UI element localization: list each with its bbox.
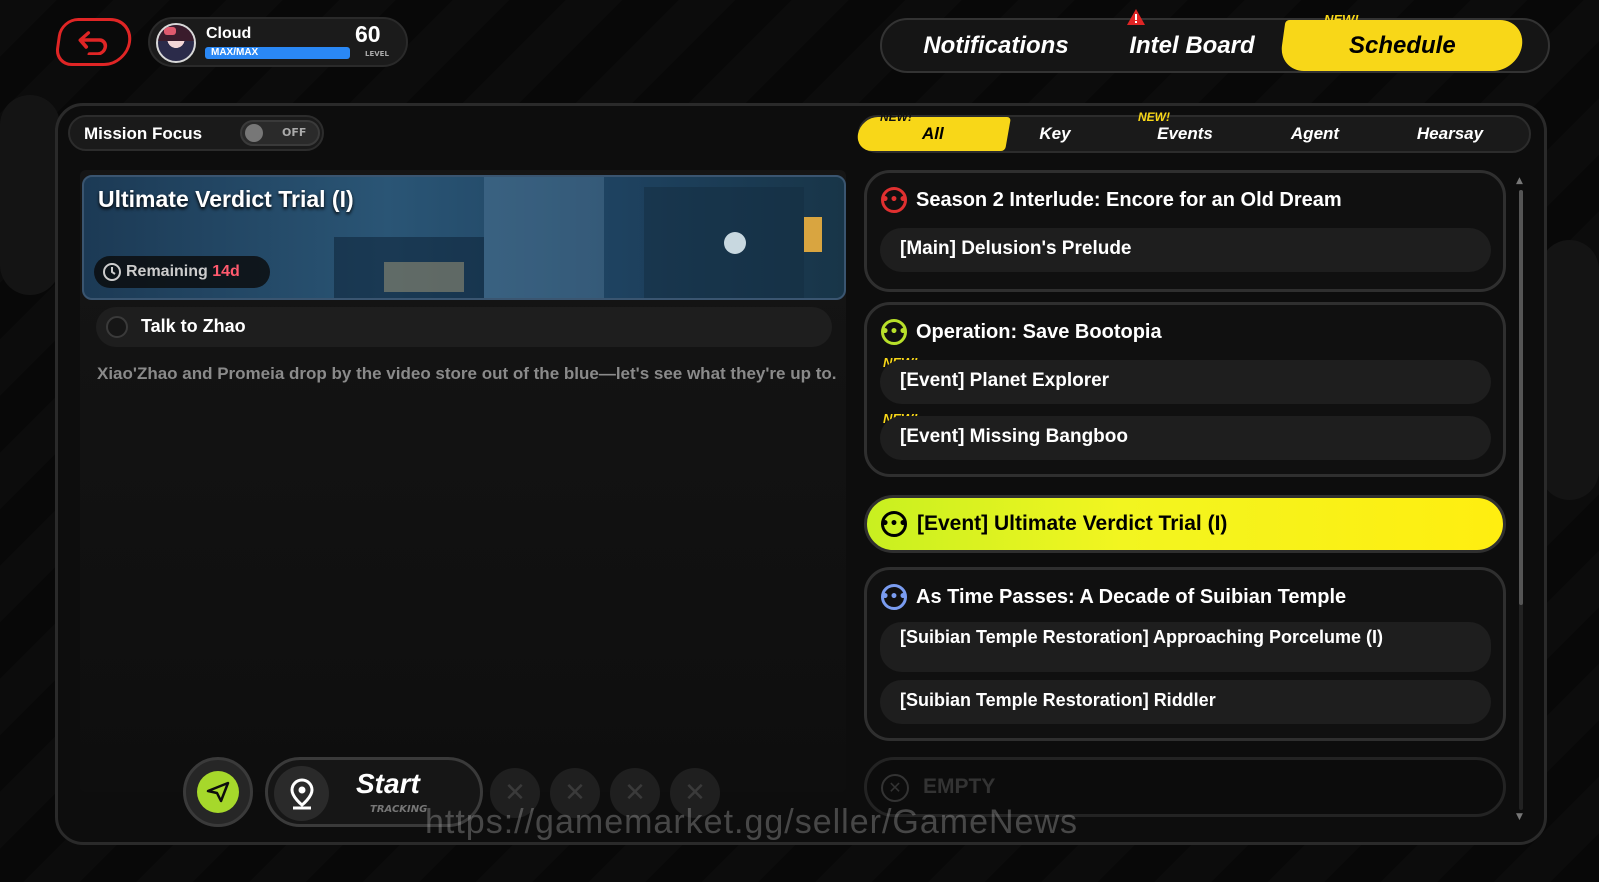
selected-mission-title: [Event] Ultimate Verdict Trial (I) <box>917 512 1228 535</box>
background-shape <box>1540 240 1599 500</box>
remaining-text: Remaining 14d <box>126 263 240 281</box>
level-label: LEVEL <box>365 50 389 58</box>
remaining-label: Remaining <box>126 263 208 280</box>
group-header: ••• Operation: Save Bootopia <box>881 319 1162 345</box>
switch-knob <box>245 124 263 142</box>
remaining-badge: Remaining 14d <box>94 256 270 288</box>
player-level: 60 <box>355 21 381 47</box>
mission-description: Xiao'Zhao and Promeia drop by the video … <box>97 364 837 383</box>
new-badge: NEW! <box>880 110 912 124</box>
switch-state: OFF <box>282 126 307 139</box>
location-pin-icon <box>274 766 329 821</box>
mission-group-season2: ••• Season 2 Interlude: Encore for an Ol… <box>864 170 1506 292</box>
xp-bar: MAX/MAX <box>205 47 350 59</box>
mission-group-suibian: ••• As Time Passes: A Decade of Suibian … <box>864 567 1506 741</box>
scroll-down-icon[interactable]: ▼ <box>1516 812 1523 822</box>
mission-item[interactable]: [Main] Delusion's Prelude <box>880 228 1491 272</box>
watermark: https://gamemarket.gg/seller/GameNews <box>425 803 1079 841</box>
scroll-up-icon[interactable]: ▲ <box>1516 176 1523 186</box>
group-header: ••• As Time Passes: A Decade of Suibian … <box>881 584 1346 610</box>
new-badge: NEW! <box>1138 110 1170 124</box>
empty-label: EMPTY <box>923 775 996 798</box>
player-profile[interactable]: Cloud MAX/MAX 60 LEVEL <box>148 17 408 67</box>
mission-group-bootopia: ••• Operation: Save Bootopia NEW! [Event… <box>864 302 1506 477</box>
tab-key[interactable]: Key <box>1000 117 1110 151</box>
start-sublabel: TRACKING <box>370 804 428 815</box>
player-name: Cloud <box>206 25 252 42</box>
group-title: Operation: Save Bootopia <box>916 320 1162 343</box>
group-header: ••• Season 2 Interlude: Encore for an Ol… <box>881 187 1342 213</box>
mission-item[interactable]: [Event] Planet Explorer <box>880 360 1491 404</box>
send-icon <box>197 771 239 813</box>
close-icon: ✕ <box>881 774 909 802</box>
more-dots-icon: ••• <box>881 187 907 213</box>
filter-tab-bar: All Key Events Agent Hearsay <box>855 115 1531 153</box>
start-label: Start <box>356 768 420 799</box>
objective-text: Talk to Zhao <box>141 316 246 336</box>
tab-schedule-label: Schedule <box>1348 32 1456 59</box>
new-badge: NEW! <box>1324 12 1359 27</box>
back-arrow-icon <box>78 31 108 55</box>
selected-mission[interactable]: ••• [Event] Ultimate Verdict Trial (I) <box>864 495 1506 553</box>
tab-notifications[interactable]: Notifications <box>896 20 1096 71</box>
mission-item[interactable]: [Event] Missing Bangboo <box>880 416 1491 460</box>
tab-hearsay[interactable]: Hearsay <box>1380 117 1520 151</box>
tab-schedule[interactable]: Schedule <box>1278 20 1526 71</box>
clock-icon <box>103 263 121 281</box>
top-tab-bar: Notifications Intel Board Schedule <box>880 18 1550 73</box>
more-dots-icon: ••• <box>881 511 907 537</box>
more-dots-icon: ••• <box>881 584 907 610</box>
tab-all-label: All <box>922 124 944 143</box>
tab-intel-board[interactable]: Intel Board <box>1112 20 1272 71</box>
alert-icon <box>1127 9 1145 25</box>
objective-row: Talk to Zhao <box>96 307 832 347</box>
mission-title: Ultimate Verdict Trial (I) <box>98 186 354 212</box>
mission-item[interactable]: [Suibian Temple Restoration] Riddler <box>880 680 1491 724</box>
mission-focus-label: Mission Focus <box>84 124 203 143</box>
background-shape <box>0 95 60 295</box>
group-title: As Time Passes: A Decade of Suibian Temp… <box>916 585 1347 608</box>
mission-focus-switch[interactable]: OFF <box>240 120 320 146</box>
tab-agent[interactable]: Agent <box>1255 117 1375 151</box>
more-dots-icon: ••• <box>881 319 907 345</box>
mission-list-scrollbar[interactable]: ▲ ▼ <box>1516 176 1526 824</box>
share-button[interactable] <box>183 757 253 827</box>
avatar <box>156 23 196 63</box>
scroll-thumb[interactable] <box>1519 190 1523 605</box>
remaining-days: 14d <box>212 263 240 280</box>
group-title: Season 2 Interlude: Encore for an Old Dr… <box>916 188 1342 211</box>
mission-focus-toggle[interactable]: Mission Focus OFF <box>68 115 324 151</box>
objective-status-icon <box>106 316 128 338</box>
mission-item[interactable]: [Suibian Temple Restoration] Approaching… <box>880 622 1491 672</box>
